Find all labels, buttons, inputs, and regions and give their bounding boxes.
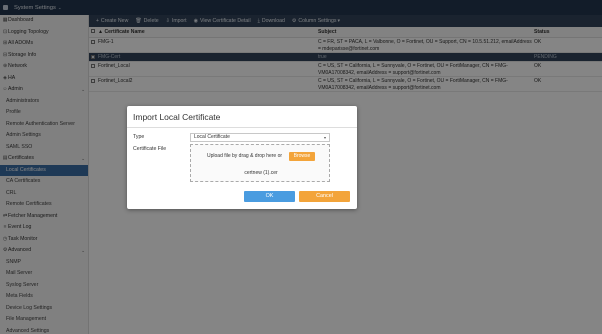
- dropzone-text: Upload file by drag & drop here or: [207, 153, 283, 159]
- chevron-down-icon: ▾: [323, 135, 326, 140]
- import-certificate-dialog: Import Local Certificate Type Local Cert…: [127, 106, 357, 209]
- type-select[interactable]: Local Certificate ▾: [190, 133, 330, 142]
- dialog-title: Import Local Certificate: [127, 106, 357, 128]
- selected-file-name: certnew (1).cer: [244, 170, 278, 176]
- type-select-value: Local Certificate: [194, 134, 230, 140]
- file-dropzone[interactable]: Upload file by drag & drop here or Brows…: [190, 144, 330, 182]
- type-label: Type: [133, 134, 145, 140]
- certificate-file-label: Certificate File: [133, 146, 167, 152]
- ok-button[interactable]: OK: [244, 191, 295, 202]
- cancel-button[interactable]: Cancel: [299, 191, 350, 202]
- browse-button[interactable]: Browse: [289, 152, 315, 161]
